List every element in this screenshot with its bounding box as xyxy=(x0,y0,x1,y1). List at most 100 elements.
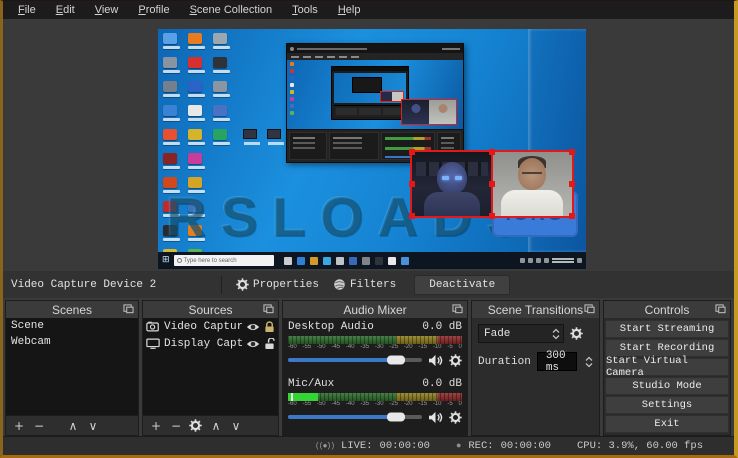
add-source-button[interactable]: + xyxy=(149,420,163,432)
deactivate-button[interactable]: Deactivate xyxy=(414,274,511,295)
slider-knob[interactable] xyxy=(387,412,406,422)
controls-buttons: Start Streaming Start Recording Start Virt… xyxy=(604,318,730,435)
selection-handle[interactable] xyxy=(489,181,495,187)
menu-item[interactable]: Profile xyxy=(129,3,178,17)
selection-handle[interactable] xyxy=(489,213,495,219)
gear-icon[interactable] xyxy=(449,410,462,424)
source-row-display-capture[interactable]: Display Capture xyxy=(143,335,278,352)
selection-handle[interactable] xyxy=(409,181,415,187)
selection-handle[interactable] xyxy=(569,181,575,187)
meter-scale: -60 -55 -50 -45 -40 -35 -30 -25 -20 -15 -10 -5 0 xyxy=(288,401,462,407)
scene-list-item[interactable]: Scene xyxy=(6,318,138,334)
control-button[interactable]: Studio Mode xyxy=(605,377,729,395)
source-row-video-capture[interactable]: Video Capture Device 2 xyxy=(143,318,278,335)
visibility-eye-icon[interactable] xyxy=(246,322,260,332)
search-icon xyxy=(176,258,182,263)
speaker-icon[interactable] xyxy=(428,411,443,424)
control-button[interactable]: Start Virtual Camera xyxy=(605,355,729,379)
menu-item[interactable]: Help xyxy=(329,3,370,17)
controls-panel-header[interactable]: Controls xyxy=(604,301,730,318)
transition-select[interactable]: Fade xyxy=(478,324,564,343)
panel-menu-icon[interactable] xyxy=(715,304,726,314)
menu-item[interactable]: Edit xyxy=(47,3,84,17)
visibility-eye-icon[interactable] xyxy=(246,339,260,349)
preview-canvas[interactable]: RSLOADS .ORG ⊞ Type here to search xyxy=(158,29,586,269)
camera-icon xyxy=(146,321,160,332)
add-scene-button[interactable]: + xyxy=(12,420,26,432)
move-scene-down-button[interactable]: ∨ xyxy=(86,420,100,432)
remove-scene-button[interactable]: − xyxy=(32,420,46,432)
selected-webcam-sources[interactable] xyxy=(409,149,575,219)
menu-bar: File Edit View Profile Scene Collection Tools… xyxy=(3,1,734,19)
scene-list-item[interactable]: Webcam xyxy=(6,334,138,350)
menu-item[interactable]: File xyxy=(9,3,45,17)
transition-gear-icon[interactable] xyxy=(570,327,583,340)
move-scene-up-button[interactable]: ∧ xyxy=(66,420,80,432)
scenes-panel: Scenes Scene Webcam + − ∧ ∨ xyxy=(5,300,139,436)
taskbar-icon xyxy=(283,256,292,265)
spinner-arrows-icon[interactable] xyxy=(585,356,593,368)
mixer-track-mic-aux: Mic/Aux 0.0 dB -60 -55 -50 -45 -40 -35 -30 -25-… xyxy=(283,375,467,432)
panel-menu-icon[interactable] xyxy=(263,304,274,314)
scene-transitions-panel: Scene Transitions Fade Duration 300 ms xyxy=(471,300,600,436)
selection-handle[interactable] xyxy=(489,149,495,155)
taskbar-icon xyxy=(296,256,305,265)
wallpaper-logo-ridge xyxy=(528,29,586,252)
filters-button[interactable]: Filters xyxy=(329,274,406,296)
desktop-icon xyxy=(163,57,177,68)
duration-input[interactable]: 300 ms xyxy=(536,350,577,374)
desktop-icon xyxy=(163,153,177,164)
desktop-icon xyxy=(213,129,227,140)
mixer-track-desktop-audio: Desktop Audio 0.0 dB -60 -55 -50 -45 -40 -35-… xyxy=(283,318,467,375)
mixer-track-video-capture: Video Capture Device 2 0.0 dB xyxy=(283,432,467,435)
sources-list: Video Capture Device 2 Display Capture xyxy=(143,318,278,415)
properties-button[interactable]: Properties xyxy=(232,274,329,296)
desktop-icon xyxy=(163,177,177,188)
desktop-icon xyxy=(188,177,202,188)
controls-panel: Controls Start Streaming Start Recording S… xyxy=(603,300,731,436)
panel-menu-icon[interactable] xyxy=(452,304,463,314)
selection-handle[interactable] xyxy=(569,213,575,219)
desktop-icon xyxy=(163,129,177,140)
lock-closed-icon[interactable] xyxy=(264,320,275,333)
control-button[interactable]: Exit xyxy=(605,415,729,433)
lock-open-icon[interactable] xyxy=(264,337,275,350)
speaker-icon[interactable] xyxy=(428,354,443,367)
menu-item[interactable]: Scene Collection xyxy=(181,3,282,17)
selection-handle[interactable] xyxy=(569,149,575,155)
gear-icon[interactable] xyxy=(449,353,462,367)
audio-mixer-panel: Audio Mixer Desktop Audio 0.0 dB -60 -55-… xyxy=(282,300,468,436)
sources-panel: Sources Video Capture Device 2 Display C… xyxy=(142,300,279,436)
captured-webcam-pair xyxy=(401,99,457,125)
scenes-panel-header[interactable]: Scenes xyxy=(6,301,138,318)
control-button[interactable]: Settings xyxy=(605,396,729,414)
selection-handle[interactable] xyxy=(409,213,415,219)
volume-slider[interactable] xyxy=(288,355,422,365)
volume-slider[interactable] xyxy=(288,412,422,422)
remove-source-button[interactable]: − xyxy=(169,420,183,432)
menu-item[interactable]: View xyxy=(86,3,128,17)
record-dot-icon: ● xyxy=(455,441,462,451)
source-properties-gear-icon[interactable] xyxy=(189,419,203,432)
move-source-down-button[interactable]: ∨ xyxy=(229,420,243,432)
panel-menu-icon[interactable] xyxy=(123,304,134,314)
desktop-icon xyxy=(213,81,227,92)
desktop-icon xyxy=(163,225,177,236)
transitions-panel-header[interactable]: Scene Transitions xyxy=(472,301,599,318)
selection-handle[interactable] xyxy=(409,149,415,155)
mixer-panel-header[interactable]: Audio Mixer xyxy=(283,301,467,318)
slider-knob[interactable] xyxy=(387,355,406,365)
monitor-icon xyxy=(146,338,160,349)
webcam-feed-right[interactable] xyxy=(492,152,572,216)
volume-meter xyxy=(288,336,462,344)
control-button[interactable]: Start Streaming xyxy=(605,320,729,338)
sources-toolbar: + − ∧ ∨ xyxy=(143,415,278,435)
panel-menu-icon[interactable] xyxy=(584,304,595,314)
broadcast-icon: ((●)) xyxy=(315,441,335,451)
desktop-icon xyxy=(188,153,202,164)
desktop-icon xyxy=(163,201,177,212)
move-source-up-button[interactable]: ∧ xyxy=(209,420,223,432)
webcam-feed-left[interactable] xyxy=(412,152,492,216)
menu-item[interactable]: Tools xyxy=(283,3,327,17)
sources-panel-header[interactable]: Sources xyxy=(143,301,278,318)
